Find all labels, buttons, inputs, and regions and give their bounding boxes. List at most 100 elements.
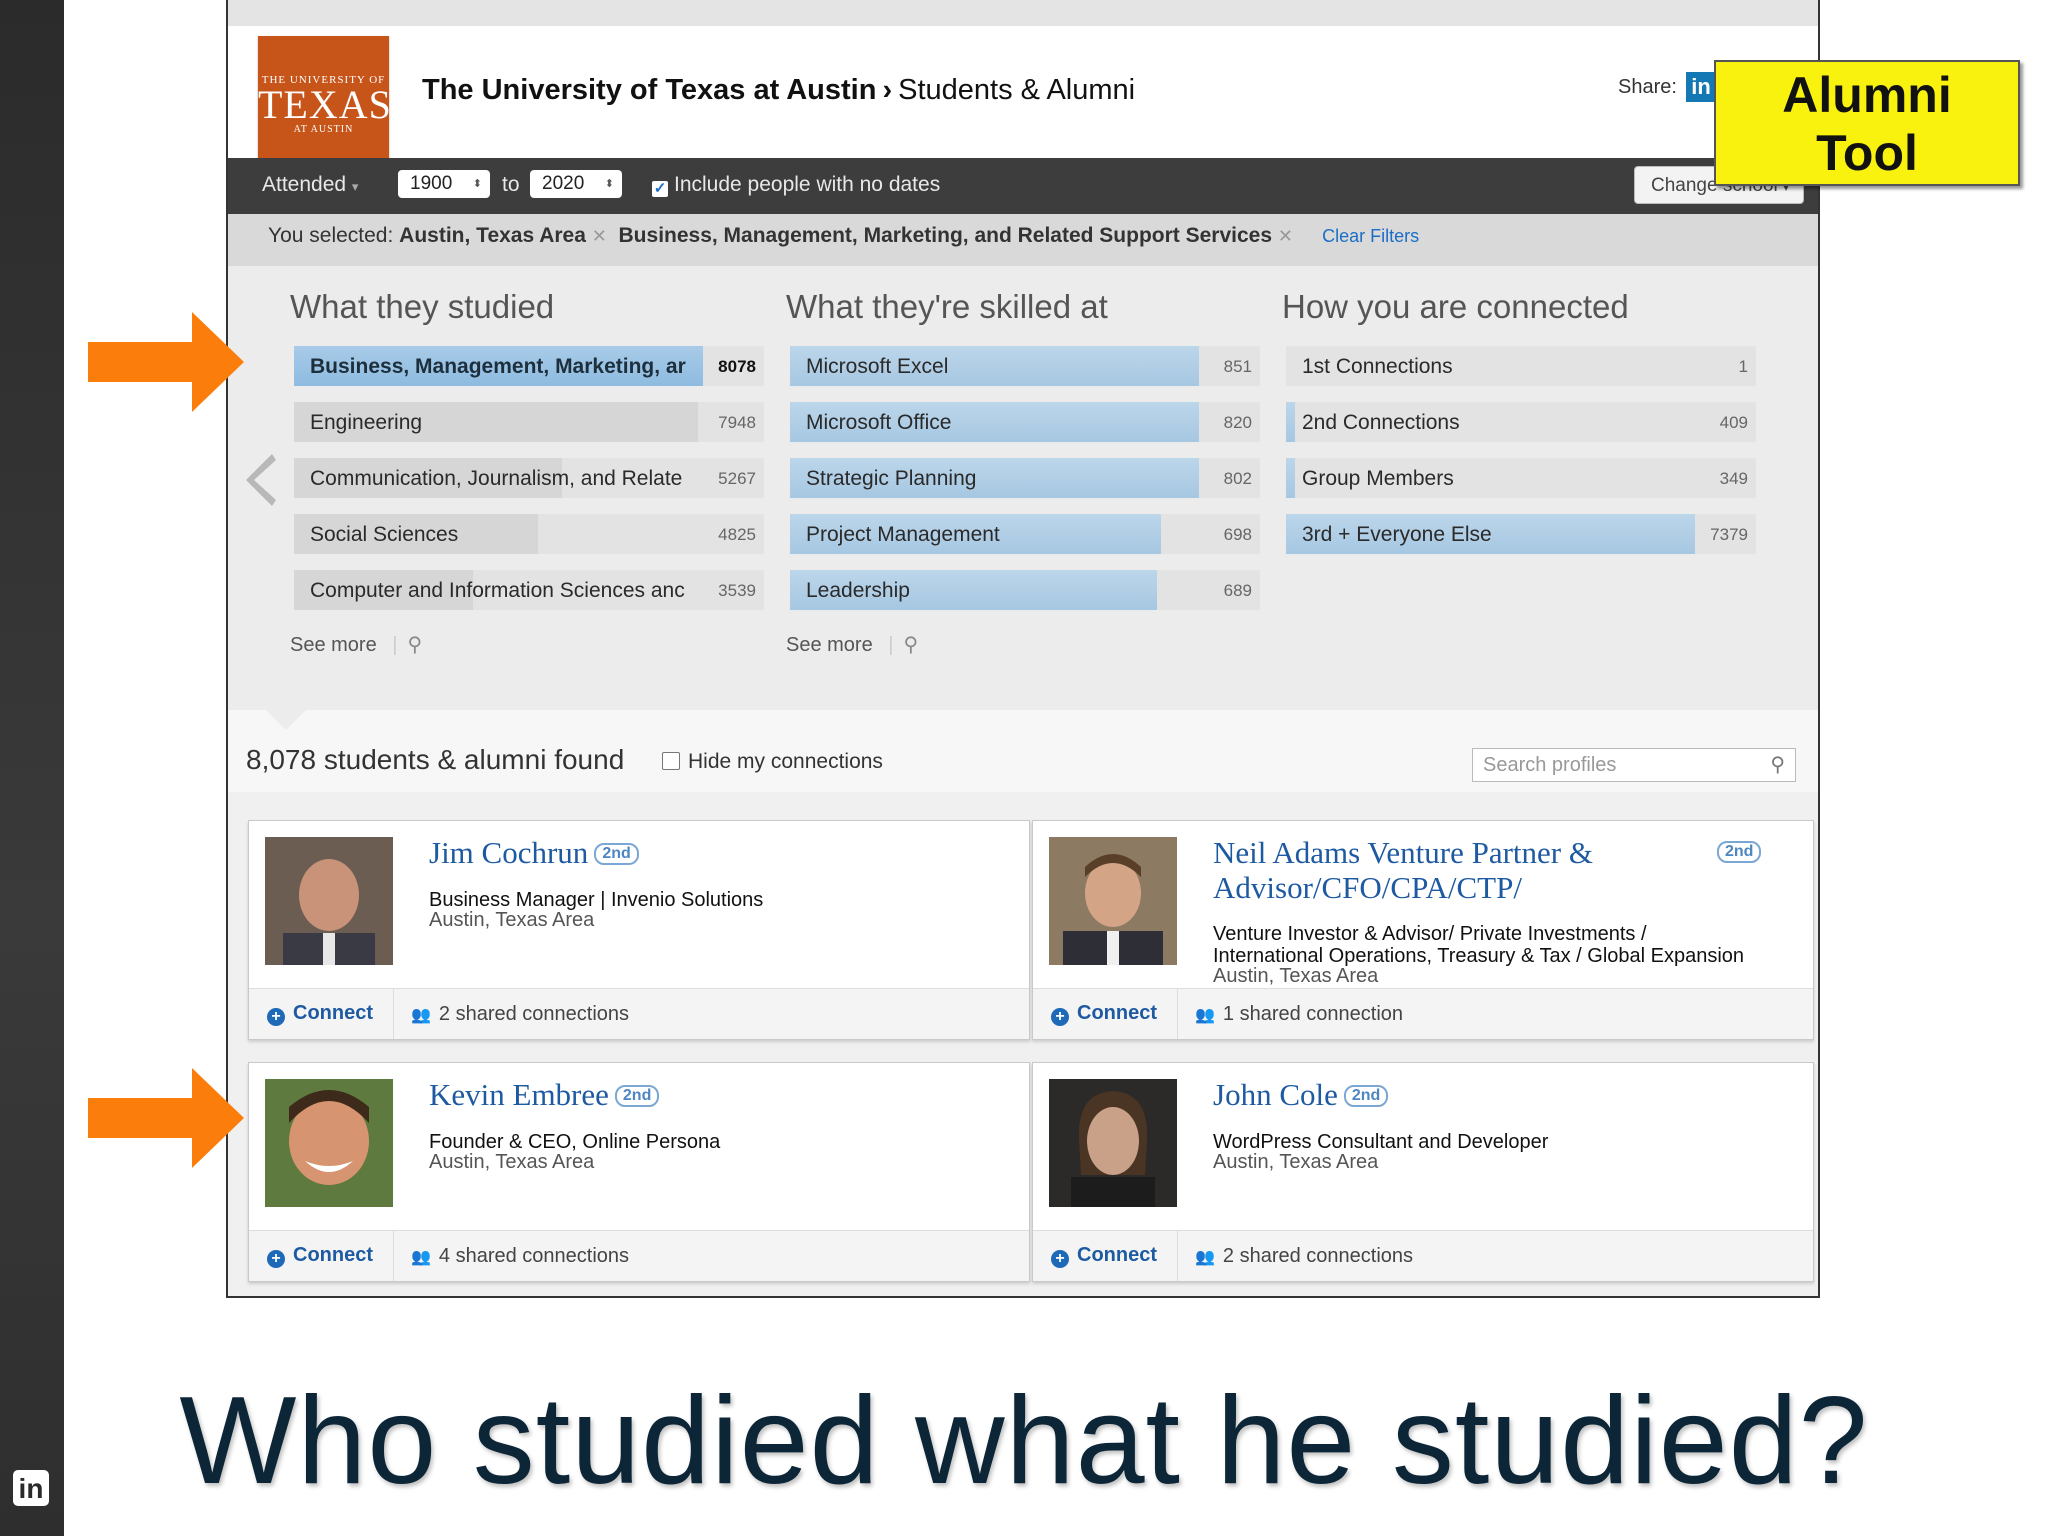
facet-label: Microsoft Excel — [806, 355, 949, 378]
screenshot-frame: THE UNIVERSITY OF TEXAS AT AUSTIN The Un… — [226, 0, 1820, 1298]
facet-row[interactable]: 3rd + Everyone Else 7379 — [1286, 514, 1756, 554]
facet-row[interactable]: 2nd Connections 409 — [1286, 402, 1756, 442]
breadcrumb: The University of Texas at Austin › Studen… — [422, 74, 1135, 107]
profile-card[interactable]: Kevin Embree 2nd Founder & CEO, Online Pe… — [248, 1062, 1030, 1282]
divider — [1177, 1231, 1178, 1281]
plus-icon: + — [267, 1008, 285, 1026]
facet-row[interactable]: 1st Connections 1 — [1286, 346, 1756, 386]
plus-icon: + — [1051, 1250, 1069, 1268]
shared-connections[interactable]: 👥 2 shared connections — [411, 1003, 629, 1026]
facet-row[interactable]: Communication, Journalism, and Relate 526… — [294, 458, 764, 498]
connect-label: Connect — [293, 1002, 373, 1024]
profile-card[interactable]: Neil Adams Venture Partner & Advisor/CFO/… — [1032, 820, 1814, 1040]
search-icon[interactable]: ⚲ — [407, 634, 422, 656]
degree-badge: 2nd — [594, 843, 639, 865]
card-footer: + Connect 👥 2 shared connections — [1033, 1230, 1813, 1281]
facet-row[interactable]: Leadership 689 — [790, 570, 1260, 610]
profile-name[interactable]: Kevin Embree 2nd — [429, 1077, 660, 1112]
profile-location: Austin, Texas Area — [1213, 1151, 1379, 1173]
connect-button[interactable]: + Connect — [1051, 1002, 1157, 1026]
to-year-value: 2020 — [542, 173, 585, 194]
card-footer: + Connect 👥 1 shared connection — [1033, 988, 1813, 1039]
remove-chip-icon[interactable]: ✕ — [1278, 226, 1293, 246]
breadcrumb-section: Students & Alumni — [898, 74, 1136, 106]
linkedin-share-icon[interactable]: in — [1686, 72, 1716, 102]
share-label: Share: — [1618, 76, 1677, 98]
profile-card[interactable]: John Cole 2nd WordPress Consultant and De… — [1032, 1062, 1814, 1282]
see-more-label: See more — [786, 634, 873, 656]
see-more-studied[interactable]: See more | ⚲ — [290, 632, 422, 657]
facet-count: 1 — [1738, 357, 1748, 376]
profile-name[interactable]: Neil Adams Venture Partner & Advisor/CFO/… — [1213, 835, 1593, 905]
ut-logo[interactable]: THE UNIVERSITY OF TEXAS AT AUSTIN — [258, 36, 391, 167]
profile-headline: WordPress Consultant and Developer — [1213, 1131, 1549, 1153]
connect-button[interactable]: + Connect — [267, 1002, 373, 1026]
profile-name[interactable]: Jim Cochrun 2nd — [429, 835, 639, 870]
profile-photo[interactable] — [1049, 837, 1177, 965]
profile-name-text: John Cole — [1213, 1077, 1338, 1112]
breadcrumb-school[interactable]: The University of Texas at Austin — [422, 74, 876, 106]
checkbox-checked-icon[interactable]: ✓ — [652, 181, 668, 197]
facet-count: 851 — [1223, 357, 1252, 376]
connect-button[interactable]: + Connect — [267, 1244, 373, 1268]
facet-label: Computer and Information Sciences anc — [310, 579, 685, 602]
facet-row[interactable]: Engineering 7948 — [294, 402, 764, 442]
selection-bar: You selected: Austin, Texas Area ✕ Busin… — [228, 214, 1818, 266]
arrow-right-icon — [88, 1068, 244, 1168]
slide-sidebar: in — [0, 0, 64, 1536]
connect-label: Connect — [1077, 1002, 1157, 1024]
profile-card[interactable]: Jim Cochrun 2nd Business Manager | Inveni… — [248, 820, 1030, 1040]
facet-row[interactable]: Group Members 349 — [1286, 458, 1756, 498]
connect-label: Connect — [1077, 1244, 1157, 1266]
facet-label: Leadership — [806, 579, 910, 602]
divider — [393, 989, 394, 1039]
hide-connections-toggle[interactable]: Hide my connections — [662, 750, 883, 774]
facet-count: 409 — [1719, 413, 1748, 432]
shared-connections[interactable]: 👥 4 shared connections — [411, 1245, 629, 1268]
remove-chip-icon[interactable]: ✕ — [592, 226, 607, 246]
clear-filters-link[interactable]: Clear Filters — [1322, 226, 1419, 246]
profile-photo[interactable] — [265, 1079, 393, 1207]
facet-row[interactable]: Computer and Information Sciences anc 353… — [294, 570, 764, 610]
see-more-skills[interactable]: See more | ⚲ — [786, 632, 918, 657]
people-icon: 👥 — [1195, 1007, 1215, 1024]
shared-connections-text: 4 shared connections — [438, 1245, 630, 1267]
to-label: to — [502, 173, 520, 196]
results-count: 8,078 students & alumni found — [246, 744, 625, 775]
chevron-left-icon[interactable] — [242, 454, 276, 506]
chevron-down-icon: ▾ — [351, 179, 359, 194]
attended-dropdown[interactable]: Attended ▾ — [262, 173, 358, 197]
shared-connections[interactable]: 👥 2 shared connections — [1195, 1245, 1413, 1268]
profile-location: Austin, Texas Area — [429, 1151, 595, 1173]
hide-connections-label: Hide my connections — [688, 750, 883, 773]
checkbox[interactable] — [662, 752, 680, 770]
stepper-icon: ⬍ — [472, 178, 482, 190]
shared-connections[interactable]: 👥 1 shared connection — [1195, 1003, 1403, 1026]
profile-name[interactable]: John Cole 2nd — [1213, 1077, 1389, 1112]
profile-name-text: Jim Cochrun — [429, 835, 589, 870]
facet-label: Engineering — [310, 411, 423, 434]
facet-row[interactable]: Social Sciences 4825 — [294, 514, 764, 554]
connect-button[interactable]: + Connect — [1051, 1244, 1157, 1268]
to-year-select[interactable]: 2020 ⬍ — [530, 170, 622, 198]
facet-row[interactable]: Microsoft Office 820 — [790, 402, 1260, 442]
facet-row[interactable]: Project Management 698 — [790, 514, 1260, 554]
from-year-select[interactable]: 1900 ⬍ — [398, 170, 490, 198]
profile-name-text: Kevin Embree — [429, 1077, 609, 1112]
facet-row[interactable]: Microsoft Excel 851 — [790, 346, 1260, 386]
facet-row[interactable]: Business, Management, Marketing, ar 8078 — [294, 346, 764, 386]
divider — [1177, 989, 1178, 1039]
facet-row[interactable]: Strategic Planning 802 — [790, 458, 1260, 498]
search-icon[interactable]: ⚲ — [1770, 749, 1785, 781]
search-icon[interactable]: ⚲ — [903, 634, 918, 656]
profile-photo[interactable] — [1049, 1079, 1177, 1207]
profile-photo[interactable] — [265, 837, 393, 965]
include-no-dates-toggle[interactable]: ✓ Include people with no dates — [652, 173, 940, 197]
plus-icon: + — [1051, 1008, 1069, 1026]
people-icon: 👥 — [411, 1249, 431, 1266]
selection-line: You selected: Austin, Texas Area ✕ Busin… — [268, 224, 1419, 248]
people-icon: 👥 — [411, 1007, 431, 1024]
facet-label: Group Members — [1302, 467, 1454, 490]
search-profiles-input[interactable]: Search profiles ⚲ — [1472, 748, 1796, 782]
facet-count: 4825 — [718, 525, 756, 544]
